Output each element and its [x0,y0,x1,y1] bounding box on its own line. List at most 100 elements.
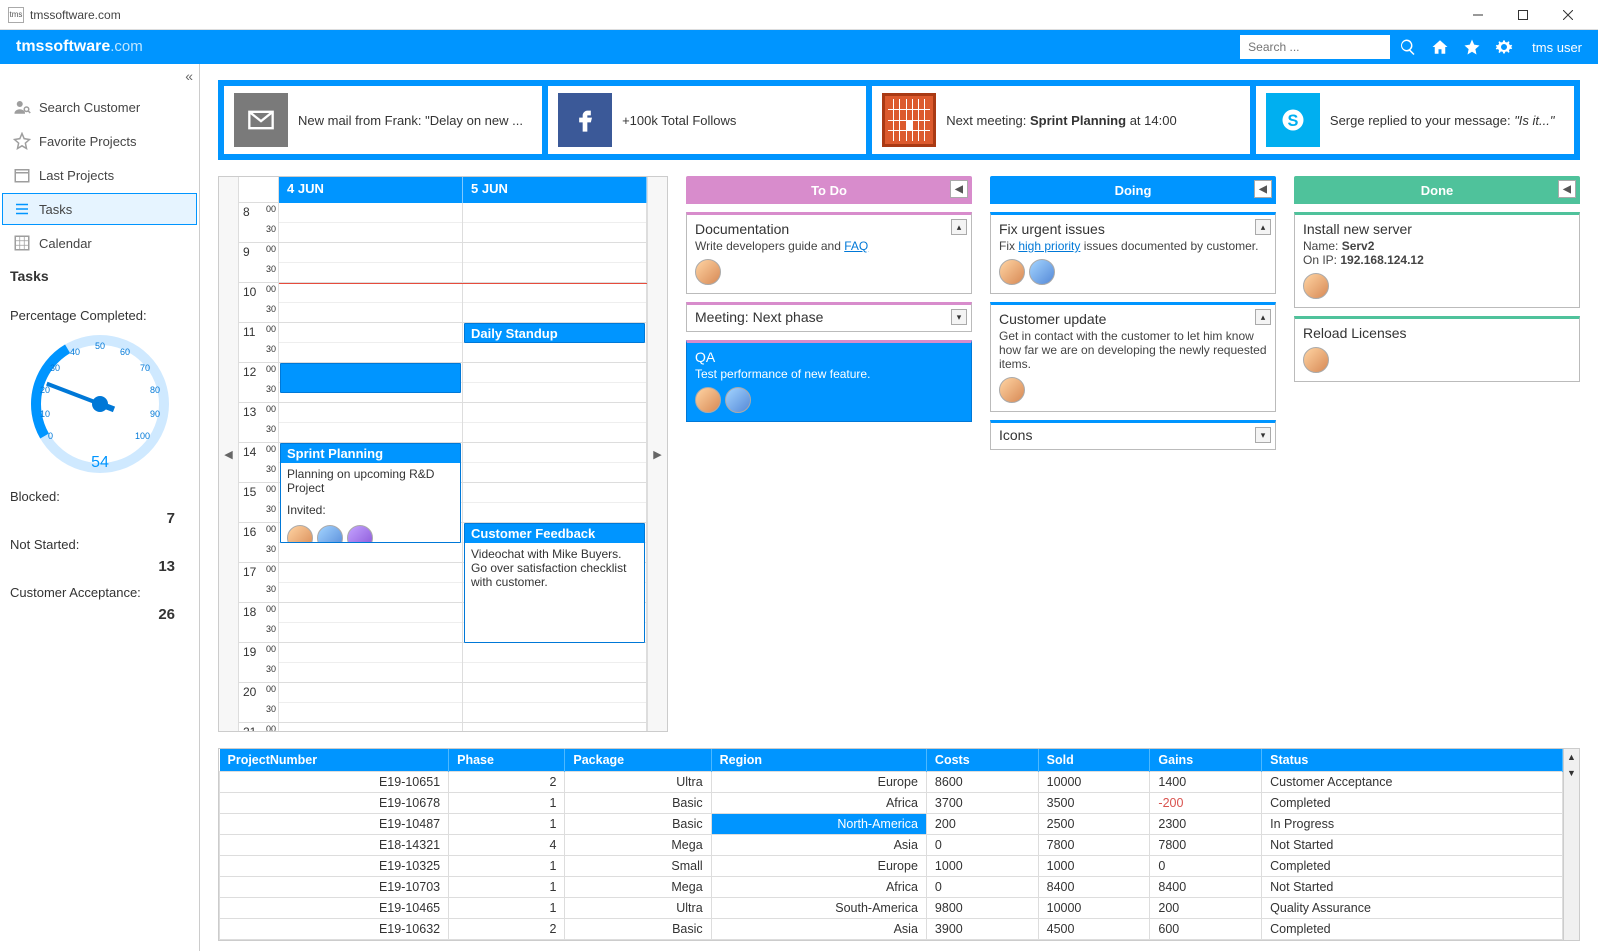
avatar [287,525,313,543]
table-header[interactable]: Costs [926,749,1038,772]
tile-facebook[interactable]: +100k Total Follows [548,86,866,154]
table-header[interactable]: ProjectNumber [220,749,449,772]
kanban-card[interactable]: ▴Fix urgent issuesFix high priority issu… [990,212,1276,294]
chevron-up-icon[interactable]: ▴ [1255,219,1271,235]
table-cell: 0 [926,877,1038,898]
table-cell: E18-14321 [220,835,449,856]
kanban-card[interactable]: QATest performance of new feature. [686,340,972,422]
table-cell: Africa [711,793,926,814]
table-header[interactable]: Phase [449,749,565,772]
table-header[interactable]: Region [711,749,926,772]
table-cell: 1 [449,898,565,919]
table-row[interactable]: E19-106322BasicAsia39004500600Completed [220,919,1563,940]
table-scrollbar[interactable]: ▲ ▼ [1563,749,1579,940]
calendar-next-button[interactable]: ▶ [647,177,667,731]
sidebar-item-favorite-projects[interactable]: Favorite Projects [2,125,197,157]
chevron-left-icon[interactable]: ◀ [1558,180,1576,198]
window-close-button[interactable] [1545,0,1590,30]
table-row[interactable]: E19-106781BasicAfrica37003500-200Complet… [220,793,1563,814]
calendar-prev-button[interactable]: ◀ [219,177,239,731]
metric-acceptance-value: 26 [10,606,189,623]
star-icon[interactable] [1458,33,1486,61]
home-icon[interactable] [1426,33,1454,61]
window-minimize-button[interactable] [1455,0,1500,30]
table-cell: E19-10703 [220,877,449,898]
scroll-down-icon[interactable]: ▼ [1564,765,1579,781]
table-row[interactable]: E19-107031MegaAfrica084008400Not Started [220,877,1563,898]
svg-text:20: 20 [40,385,50,395]
table-row[interactable]: E19-103251SmallEurope100010000Completed [220,856,1563,877]
card-title: Install new server [1303,221,1571,237]
window-titlebar: tms tmssoftware.com [0,0,1598,30]
kanban-col-header[interactable]: Done◀ [1294,176,1580,204]
table-cell: 1000 [1038,856,1150,877]
calendar-event[interactable]: Sprint PlanningPlanning on upcoming R&D … [280,443,461,543]
search-input[interactable] [1240,35,1390,59]
chevron-left-icon[interactable]: ◀ [950,180,968,198]
table-cell: E19-10325 [220,856,449,877]
kanban-card[interactable]: ▴Customer updateGet in contact with the … [990,302,1276,412]
tile-skype[interactable]: S Serge replied to your message: "Is it.… [1256,86,1574,154]
mail-icon [234,93,288,147]
table-cell: 1 [449,814,565,835]
table-row[interactable]: E19-106512UltraEurope8600100001400Custom… [220,772,1563,793]
kanban-card[interactable]: ▾Icons [990,420,1276,450]
sidebar-item-last-projects[interactable]: Last Projects [2,159,197,191]
kanban-col-doing: Doing◀ ▴Fix urgent issuesFix high priori… [990,176,1276,732]
table-cell: Quality Assurance [1262,898,1563,919]
svg-text:100: 100 [135,431,150,441]
chevron-up-icon[interactable]: ▴ [951,219,967,235]
table-row[interactable]: E19-104651UltraSouth-America980010000200… [220,898,1563,919]
gear-icon[interactable] [1490,33,1518,61]
card-title: Customer update [999,311,1267,327]
table-cell: Small [565,856,711,877]
metric-notstarted-label: Not Started: [10,537,189,552]
tile-text-italic: "Is it..." [1514,113,1554,128]
table-cell: 8400 [1038,877,1150,898]
table-row[interactable]: E18-143214MegaAsia078007800Not Started [220,835,1563,856]
table-header[interactable]: Status [1262,749,1563,772]
kanban-card[interactable]: ▾Meeting: Next phase [686,302,972,332]
tile-next-meeting[interactable]: Next meeting: Sprint Planning at 14:00 [872,86,1250,154]
table-cell: 600 [1150,919,1262,940]
chevron-left-icon[interactable]: ◀ [1254,180,1272,198]
table-header[interactable]: Sold [1038,749,1150,772]
tile-text: Next meeting: [946,113,1030,128]
sidebar-item-calendar[interactable]: Calendar [2,227,197,259]
tile-mail[interactable]: New mail from Frank: "Delay on new ... [224,86,542,154]
calendar-event[interactable]: Daily Standup [464,323,645,343]
completion-gauge: 0 10 20 30 40 50 60 70 80 90 100 [10,323,189,479]
kanban-card[interactable]: Install new serverName: Serv2On IP: 192.… [1294,212,1580,308]
card-title: Reload Licenses [1303,325,1571,341]
chevron-down-icon[interactable]: ▾ [951,309,967,325]
tile-text: at 14:00 [1126,113,1177,128]
table-cell: Asia [711,919,926,940]
sidebar-item-search-customer[interactable]: Search Customer [2,91,197,123]
scroll-up-icon[interactable]: ▲ [1564,749,1579,765]
calendar-event[interactable] [280,363,461,393]
window-maximize-button[interactable] [1500,0,1545,30]
table-cell: 3500 [1038,793,1150,814]
kanban-card[interactable]: Reload Licenses [1294,316,1580,382]
kanban-col-title: To Do [811,183,847,198]
chevron-down-icon[interactable]: ▾ [1255,427,1271,443]
app-header: tmssoftware.com tms user [0,30,1598,64]
search-icon[interactable] [1394,33,1422,61]
calendar-day-header[interactable]: 5 JUN [463,177,647,203]
table-header[interactable]: Gains [1150,749,1262,772]
notification-strip: New mail from Frank: "Delay on new ... +… [218,80,1580,160]
kanban-card[interactable]: ▴DocumentationWrite developers guide and… [686,212,972,294]
table-row[interactable]: E19-104871BasicNorth-America20025002300I… [220,814,1563,835]
sidebar-collapse-button[interactable]: « [0,66,199,90]
chevron-up-icon[interactable]: ▴ [1255,309,1271,325]
sidebar-item-tasks[interactable]: Tasks [2,193,197,225]
calendar-event[interactable]: Customer FeedbackVideochat with Mike Buy… [464,523,645,643]
avatar [347,525,373,543]
calendar-day-header[interactable]: 4 JUN [279,177,463,203]
svg-text:80: 80 [150,385,160,395]
kanban-col-header[interactable]: To Do ◀ [686,176,972,204]
user-label[interactable]: tms user [1532,40,1582,55]
kanban-col-header[interactable]: Doing◀ [990,176,1276,204]
avatar [1029,259,1055,285]
table-header[interactable]: Package [565,749,711,772]
